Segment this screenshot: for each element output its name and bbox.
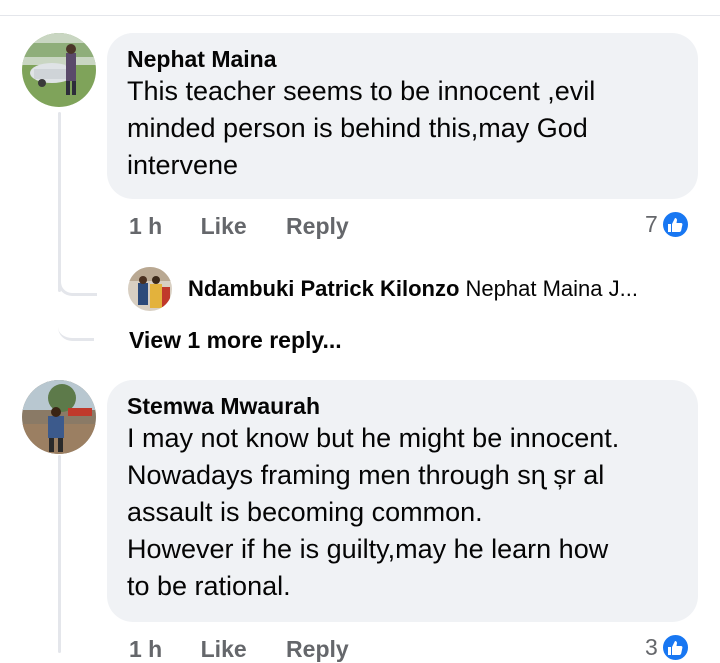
comment-author[interactable]: Nephat Maina bbox=[127, 45, 678, 73]
comment-actions: 1 h Like Reply bbox=[129, 213, 382, 240]
reaction-count: 7 bbox=[645, 211, 658, 237]
comment-author[interactable]: Stemwa Mwaurah bbox=[127, 392, 678, 420]
avatar[interactable] bbox=[22, 380, 96, 454]
avatar[interactable] bbox=[22, 33, 96, 107]
thread-branch bbox=[58, 290, 94, 341]
top-divider bbox=[0, 15, 720, 16]
view-more-replies-link[interactable]: View 1 more reply... bbox=[129, 327, 342, 354]
thumbs-up-icon bbox=[660, 210, 690, 239]
comment-actions: 1 h Like Reply bbox=[129, 636, 382, 663]
avatar[interactable] bbox=[128, 267, 172, 311]
reply-author[interactable]: Ndambuki Patrick Kilonzo bbox=[188, 276, 459, 301]
reply-text: Nephat Maina J... bbox=[465, 276, 638, 301]
reply-button[interactable]: Reply bbox=[286, 213, 349, 239]
reply-button[interactable]: Reply bbox=[286, 636, 349, 662]
comment-time[interactable]: 1 h bbox=[129, 636, 162, 662]
reaction-count: 3 bbox=[645, 634, 658, 660]
reaction-summary[interactable]: 7 bbox=[645, 210, 690, 239]
reply-preview[interactable]: Ndambuki Patrick Kilonzo Nephat Maina J.… bbox=[188, 276, 638, 302]
thumbs-up-icon bbox=[660, 633, 690, 662]
like-button[interactable]: Like bbox=[201, 636, 247, 662]
comment-text: I may not know but he might be innocent.… bbox=[127, 423, 620, 601]
reaction-summary[interactable]: 3 bbox=[645, 633, 690, 662]
thread-line bbox=[58, 455, 61, 653]
comment-bubble: Stemwa Mwaurah I may not know but he mig… bbox=[107, 380, 698, 622]
comment-time[interactable]: 1 h bbox=[129, 213, 162, 239]
like-button[interactable]: Like bbox=[201, 213, 247, 239]
comment-bubble: Nephat Maina This teacher seems to be in… bbox=[107, 33, 698, 199]
comment-text: This teacher seems to be innocent ,evil … bbox=[127, 76, 596, 180]
